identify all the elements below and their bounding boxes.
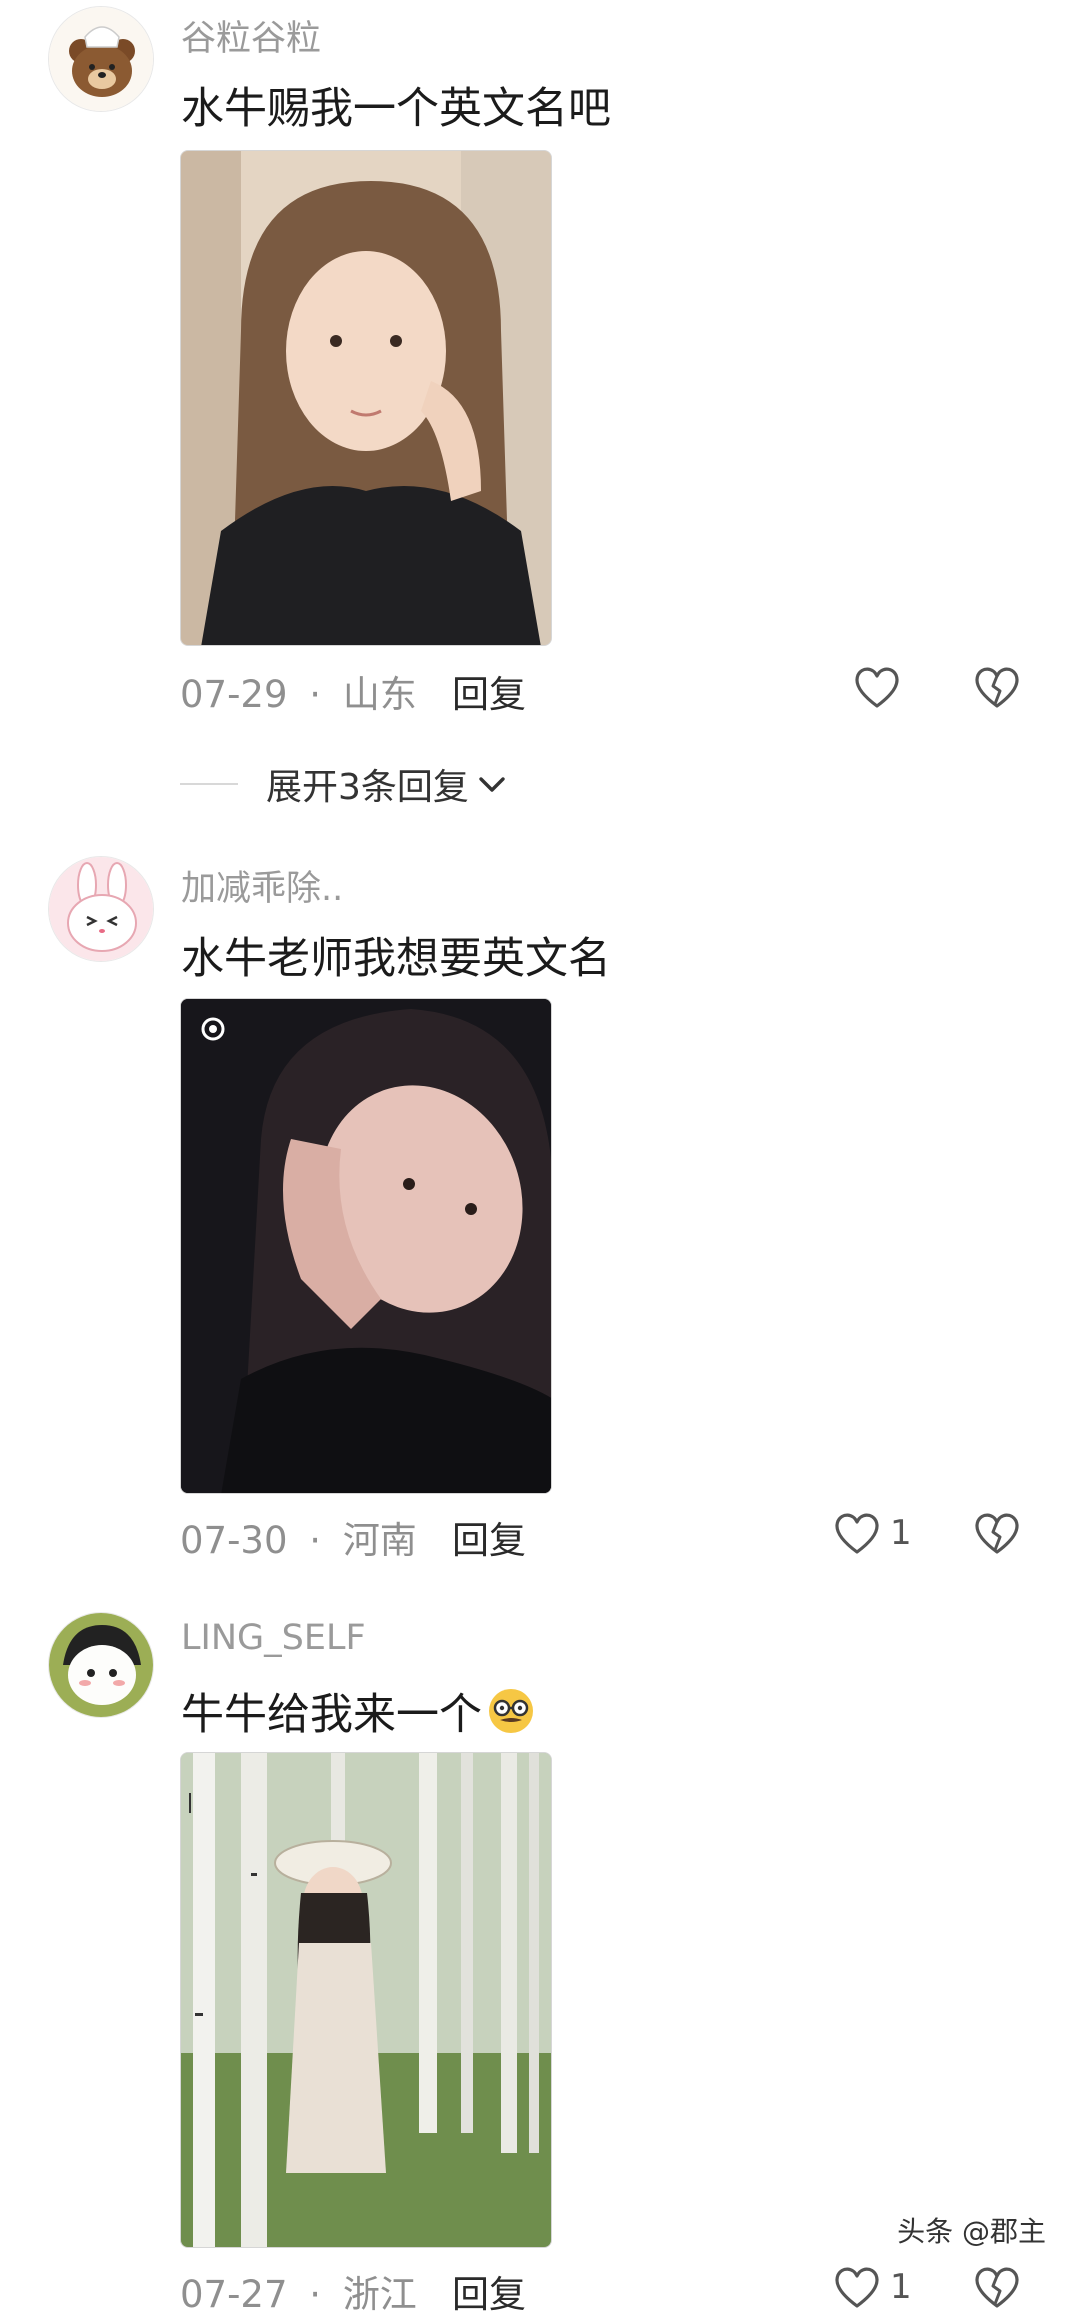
divider-line [180, 783, 238, 785]
selfie-photo-image [181, 999, 551, 1493]
comment-date: 07-30 [180, 1519, 288, 1562]
chevron-down-icon [479, 777, 505, 792]
comment-image[interactable] [180, 150, 552, 646]
comment-location: 河南 [342, 1519, 417, 1562]
selfie-photo-image [181, 151, 551, 645]
avatar[interactable] [48, 1612, 154, 1718]
heart-outline-icon [855, 667, 899, 708]
watermark: 头条 @郡主 [887, 2206, 1056, 2254]
bunny-avatar-icon [49, 857, 153, 961]
comment-meta: 07-30 · 河南 [180, 1510, 417, 1564]
like-count: 1 [890, 1513, 912, 1553]
broken-heart-icon [975, 667, 1019, 708]
disguise-face-emoji-icon [486, 1686, 536, 1736]
comment-meta: 07-27 · 浙江 [180, 2264, 417, 2318]
comment-item: LING_SELF 牛牛给我来一个 07-27 · 浙江 回复 1 [0, 1600, 1080, 2316]
bear-chef-avatar-icon [49, 7, 153, 111]
heart-outline-icon [835, 2267, 879, 2308]
comment-date: 07-27 [180, 2273, 288, 2316]
username[interactable]: 谷粒谷粒 [181, 10, 321, 61]
reply-button[interactable]: 回复 [452, 1510, 526, 1564]
expand-replies-label: 展开3条回复 [266, 767, 469, 808]
comment-image[interactable] [180, 1752, 552, 2248]
like-count: 1 [890, 2267, 912, 2307]
meta-separator: · [309, 2273, 322, 2316]
meta-separator: · [309, 1519, 322, 1562]
comment-date: 07-29 [180, 673, 288, 716]
comment-location: 山东 [342, 673, 417, 716]
broken-heart-icon [975, 2267, 1019, 2308]
comment-text: 水牛老师我想要英文名 [181, 934, 611, 984]
dislike-button[interactable] [972, 2264, 1022, 2314]
dislike-button[interactable] [972, 1510, 1022, 1560]
comment-location: 浙江 [342, 2273, 417, 2316]
comment-meta: 07-29 · 山东 [180, 664, 417, 718]
like-button[interactable]: 1 [832, 2264, 912, 2310]
broken-heart-icon [975, 1513, 1019, 1554]
comment-image[interactable] [180, 998, 552, 1494]
like-button[interactable]: 1 [832, 1510, 912, 1556]
heart-outline-icon [835, 1513, 879, 1554]
dislike-button[interactable] [972, 664, 1022, 714]
avatar[interactable] [48, 6, 154, 112]
username[interactable]: LING_SELF [181, 1618, 366, 1658]
expand-replies-button[interactable]: 展开3条回复 [180, 758, 509, 810]
avatar[interactable] [48, 856, 154, 962]
comment-text: 水牛赐我一个英文名吧 [181, 84, 611, 134]
cartoon-doll-avatar-icon [49, 1613, 153, 1717]
comment-item: 加减乖除.. 水牛老师我想要英文名 07-30 · 河南 回复 1 [0, 840, 1080, 1580]
like-button[interactable] [852, 664, 910, 710]
reply-button[interactable]: 回复 [452, 2264, 526, 2318]
meta-separator: · [309, 673, 322, 716]
comment-item: 谷粒谷粒 水牛赐我一个英文名吧 07-29 · 山东 回复 展开3条回复 [0, 0, 1080, 808]
comment-text-body: 牛牛给我来一个 [181, 1690, 482, 1740]
forest-photo-image [181, 1753, 551, 2247]
comment-text: 牛牛给我来一个 [181, 1680, 536, 1742]
reply-button[interactable]: 回复 [452, 664, 526, 718]
username[interactable]: 加减乖除.. [181, 860, 343, 911]
